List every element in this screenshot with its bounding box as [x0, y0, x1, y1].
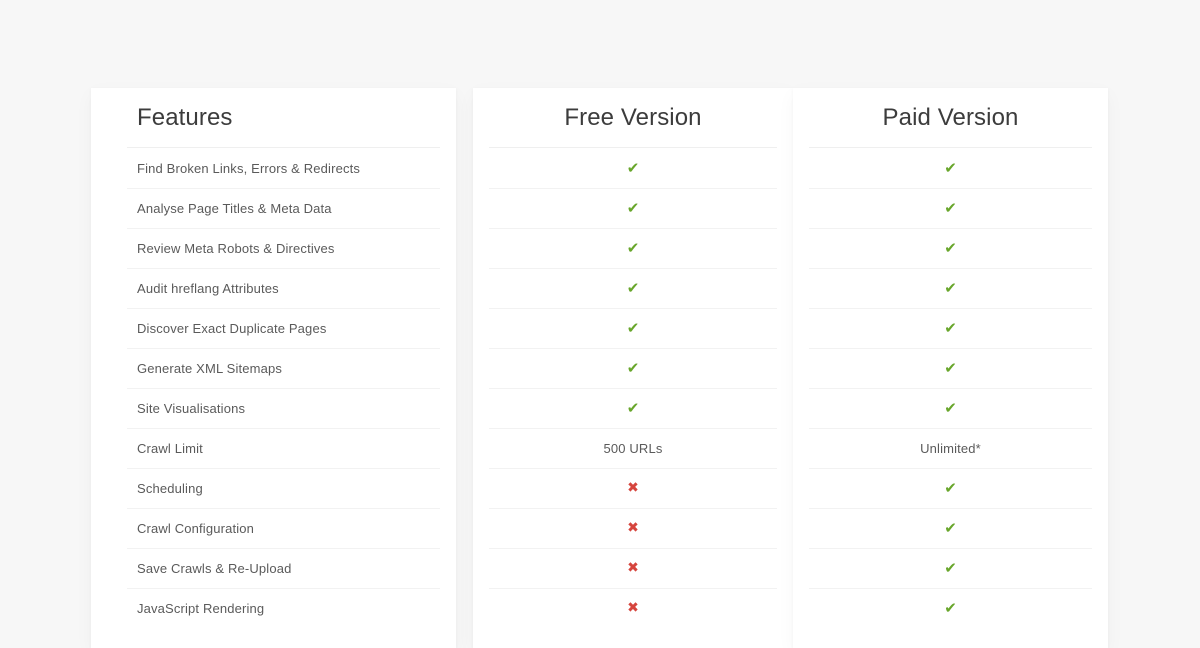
table-row: Review Meta Robots & Directives [91, 228, 456, 268]
check-icon: ✔ [626, 238, 640, 257]
feature-label: Crawl Configuration [137, 520, 255, 536]
table-row: ✔ [473, 268, 793, 308]
check-icon: ✔ [626, 158, 640, 177]
table-row: ✔ [473, 188, 793, 228]
table-row: ✔ [793, 588, 1108, 628]
table-row: Unlimited* [793, 428, 1108, 468]
feature-label: Generate XML Sitemaps [137, 360, 283, 376]
table-row: JavaScript Rendering [91, 588, 456, 628]
check-icon: ✔ [944, 318, 957, 337]
table-row: Discover Exact Duplicate Pages [91, 308, 456, 348]
table-row: ✔ [793, 548, 1108, 588]
feature-label: Discover Exact Duplicate Pages [137, 320, 327, 336]
check-icon: ✔ [944, 598, 957, 617]
features-column-title: Features [137, 103, 233, 131]
table-row: ✖ [473, 508, 793, 548]
free-version-row-list: ✔ ✔ ✔ ✔ ✔ ✔ ✔ 500 URLs ✖ ✖ ✖ ✖ [473, 148, 793, 628]
feature-label: Site Visualisations [137, 400, 246, 416]
table-row: ✔ [473, 148, 793, 188]
table-row: Generate XML Sitemaps [91, 348, 456, 388]
table-row: ✔ [793, 188, 1108, 228]
cell-value: 500 URLs [603, 440, 663, 456]
table-row: ✔ [793, 508, 1108, 548]
table-row: Crawl Limit [91, 428, 456, 468]
check-icon: ✔ [944, 478, 957, 497]
table-row: ✔ [793, 268, 1108, 308]
check-icon: ✔ [944, 358, 957, 377]
check-icon: ✔ [944, 518, 957, 537]
cross-icon: ✖ [627, 520, 639, 536]
table-row: ✔ [793, 148, 1108, 188]
check-icon: ✔ [626, 278, 640, 297]
feature-label: Review Meta Robots & Directives [137, 240, 335, 256]
table-row: Audit hreflang Attributes [91, 268, 456, 308]
check-icon: ✔ [944, 198, 957, 217]
table-row: ✔ [793, 308, 1108, 348]
table-row: Scheduling [91, 468, 456, 508]
check-icon: ✔ [944, 558, 957, 577]
features-column-card: Features Find Broken Links, Errors & Red… [91, 88, 456, 648]
cross-icon: ✖ [627, 600, 639, 616]
feature-label: Analyse Page Titles & Meta Data [137, 200, 332, 216]
table-row: ✔ [793, 468, 1108, 508]
features-column-header: Features [91, 88, 456, 147]
check-icon: ✔ [626, 398, 640, 417]
free-version-column-title: Free Version [564, 103, 702, 131]
table-row: Find Broken Links, Errors & Redirects [91, 148, 456, 188]
feature-label: JavaScript Rendering [137, 600, 265, 616]
check-icon: ✔ [944, 398, 957, 417]
check-icon: ✔ [944, 158, 957, 177]
table-row: Site Visualisations [91, 388, 456, 428]
pricing-comparison-table: Features Find Broken Links, Errors & Red… [0, 0, 1200, 648]
feature-label: Scheduling [137, 480, 203, 496]
cross-icon: ✖ [627, 560, 639, 576]
table-row: ✔ [473, 348, 793, 388]
features-row-list: Find Broken Links, Errors & Redirects Ana… [91, 148, 456, 628]
paid-version-column-card: Paid Version ✔ ✔ ✔ ✔ ✔ ✔ ✔ Unlimited* ✔ ✔ ✔ ✔ [793, 88, 1108, 648]
free-version-column-header: Free Version [473, 88, 793, 147]
check-icon: ✔ [626, 358, 640, 377]
check-icon: ✔ [944, 278, 957, 297]
paid-version-column-title: Paid Version [882, 103, 1019, 131]
paid-version-row-list: ✔ ✔ ✔ ✔ ✔ ✔ ✔ Unlimited* ✔ ✔ ✔ ✔ [793, 148, 1108, 628]
table-row: ✔ [473, 228, 793, 268]
feature-label: Find Broken Links, Errors & Redirects [137, 160, 361, 176]
table-row: ✔ [793, 348, 1108, 388]
table-row: ✔ [793, 388, 1108, 428]
cell-value: Unlimited* [920, 440, 981, 456]
free-version-column-card: Free Version ✔ ✔ ✔ ✔ ✔ ✔ ✔ 500 URLs ✖ ✖ ✖ ✖ [473, 88, 793, 648]
check-icon: ✔ [944, 238, 957, 257]
cross-icon: ✖ [627, 480, 639, 496]
feature-label: Crawl Limit [137, 440, 203, 456]
table-row: ✖ [473, 468, 793, 508]
table-row: ✖ [473, 588, 793, 628]
paid-version-column-header: Paid Version [793, 88, 1108, 147]
feature-label: Audit hreflang Attributes [137, 280, 279, 296]
table-row: ✔ [473, 308, 793, 348]
table-row: ✖ [473, 548, 793, 588]
table-row: 500 URLs [473, 428, 793, 468]
table-row: Crawl Configuration [91, 508, 456, 548]
check-icon: ✔ [626, 318, 640, 337]
check-icon: ✔ [626, 198, 640, 217]
table-row: Analyse Page Titles & Meta Data [91, 188, 456, 228]
table-row: ✔ [793, 228, 1108, 268]
feature-label: Save Crawls & Re-Upload [137, 560, 292, 576]
table-row: Save Crawls & Re-Upload [91, 548, 456, 588]
table-row: ✔ [473, 388, 793, 428]
